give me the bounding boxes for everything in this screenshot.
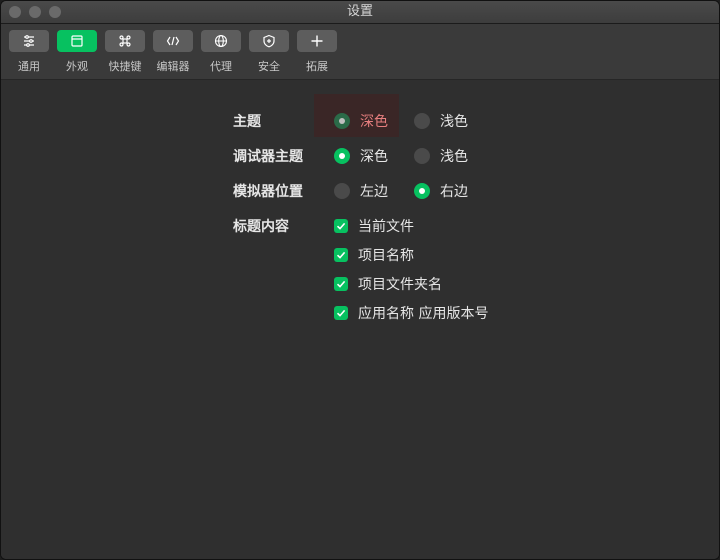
plus-icon [311,35,323,47]
debugger-theme-dark-option[interactable]: 深色 [334,146,388,166]
tab-appearance[interactable]: 外观 [57,30,97,74]
title-project-name-checkbox[interactable] [334,248,348,262]
code-icon [166,36,180,46]
title-bar: 设置 [1,1,719,24]
checkmark-icon [336,309,346,317]
checkmark-icon [336,251,346,259]
appearance-button[interactable] [57,30,97,52]
tab-shortcuts[interactable]: 快捷键 [105,30,145,74]
simulator-position-label: 模拟器位置 [233,184,303,200]
tab-general-label: 通用 [18,60,40,73]
checkmark-icon [336,280,346,288]
title-app-version-label: 应用名称 应用版本号 [358,306,489,322]
shortcuts-button[interactable] [105,30,145,52]
title-current-file-label: 当前文件 [358,219,414,235]
theme-light-label: 浅色 [440,114,468,130]
close-window-button[interactable] [9,6,21,18]
debugger-theme-light-option[interactable]: 浅色 [414,146,468,166]
debugger-theme-light-label: 浅色 [440,149,468,165]
tab-editor-label: 编辑器 [156,60,190,73]
theme-dark-radio[interactable] [334,113,350,129]
simulator-left-option[interactable]: 左边 [334,181,388,201]
tab-shortcuts-label: 快捷键 [108,60,142,73]
zoom-window-button[interactable] [49,6,61,18]
general-button[interactable] [9,30,49,52]
title-content-label: 标题内容 [233,219,289,235]
title-project-folder-label: 项目文件夹名 [358,277,442,293]
tab-proxy[interactable]: 代理 [201,30,241,74]
debugger-theme-dark-radio[interactable] [334,148,350,164]
theme-dark-label: 深色 [360,114,388,130]
tab-extensions-label: 拓展 [306,60,328,73]
simulator-left-radio[interactable] [334,183,350,199]
debugger-theme-light-radio[interactable] [414,148,430,164]
tab-editor[interactable]: 编辑器 [153,30,193,74]
tab-extensions[interactable]: 拓展 [297,30,337,74]
title-current-file-option[interactable]: 当前文件 [334,216,414,236]
debugger-theme-label: 调试器主题 [233,149,303,165]
window-title: 设置 [346,4,373,19]
checkmark-icon [336,222,346,230]
theme-label: 主题 [233,114,261,130]
settings-window: 设置 通用 外观 快捷键 编辑器 代理 安全 拓展 主题 深色 浅色 调试器主题… [0,0,720,560]
tab-general[interactable]: 通用 [9,30,49,74]
appearance-panel: 主题 深色 浅色 调试器主题 深色 浅色 模拟器位置 左边 右边 标题内容 当前… [1,80,719,559]
toolbar: 通用 外观 快捷键 编辑器 代理 安全 拓展 [1,24,719,80]
title-project-folder-option[interactable]: 项目文件夹名 [334,274,442,294]
command-icon [119,35,131,47]
minimize-window-button[interactable] [29,6,41,18]
theme-light-option[interactable]: 浅色 [414,111,468,131]
shield-icon [263,34,275,48]
simulator-right-radio[interactable] [414,183,430,199]
sliders-icon [24,35,34,47]
title-current-file-checkbox[interactable] [334,219,348,233]
editor-button[interactable] [153,30,193,52]
security-button[interactable] [249,30,289,52]
title-app-version-checkbox[interactable] [334,306,348,320]
theme-light-radio[interactable] [414,113,430,129]
title-app-version-option[interactable]: 应用名称 应用版本号 [334,303,488,323]
debugger-theme-dark-label: 深色 [360,149,388,165]
simulator-left-label: 左边 [360,184,388,200]
window-icon [71,35,83,47]
proxy-button[interactable] [201,30,241,52]
simulator-right-label: 右边 [440,184,468,200]
title-project-name-label: 项目名称 [358,248,414,264]
globe-icon [214,34,228,48]
extensions-button[interactable] [297,30,337,52]
title-project-name-option[interactable]: 项目名称 [334,245,414,265]
tab-appearance-label: 外观 [66,60,88,73]
tab-security[interactable]: 安全 [249,30,289,74]
tab-proxy-label: 代理 [210,60,232,73]
tab-security-label: 安全 [258,60,280,73]
simulator-right-option[interactable]: 右边 [414,181,468,201]
title-project-folder-checkbox[interactable] [334,277,348,291]
theme-dark-option[interactable]: 深色 [334,111,388,131]
